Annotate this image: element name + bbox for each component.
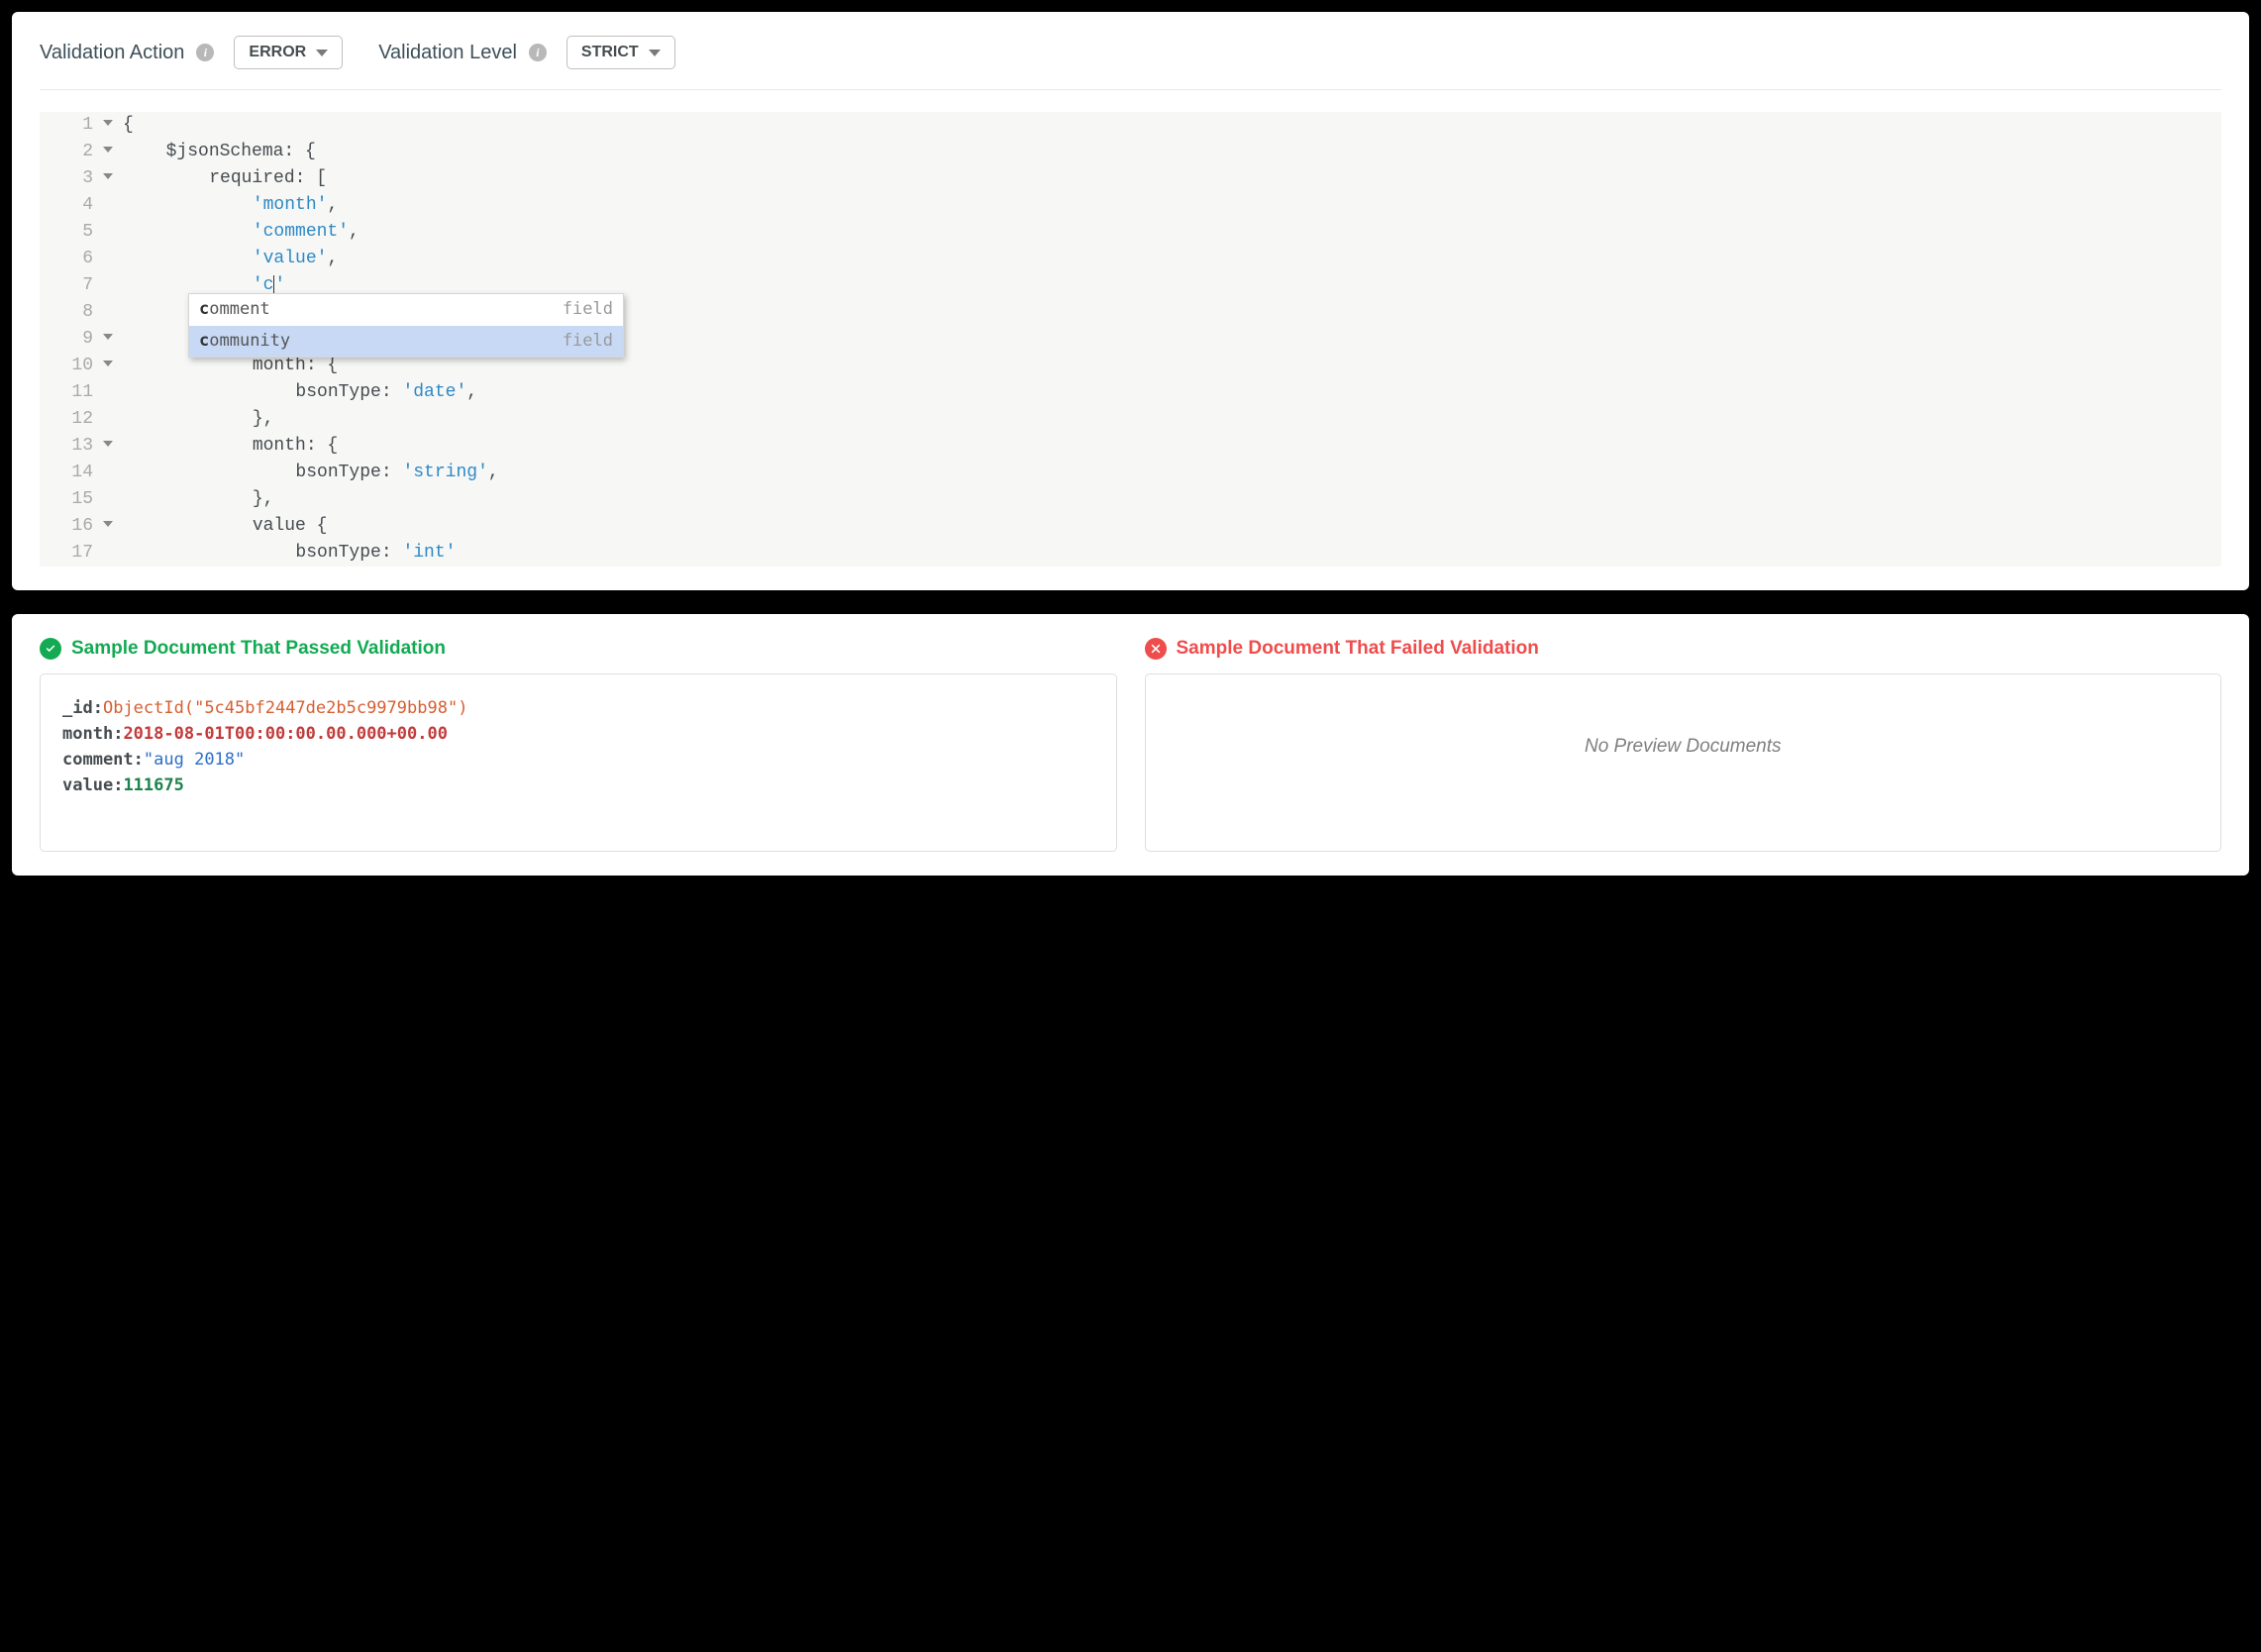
- code-line[interactable]: 13 month: {: [40, 433, 2221, 460]
- info-icon[interactable]: i: [196, 44, 214, 61]
- code-line[interactable]: 1{: [40, 112, 2221, 139]
- autocomplete-item[interactable]: commentfield: [189, 294, 623, 326]
- fold-arrow-icon[interactable]: [103, 173, 113, 179]
- chevron-down-icon: [649, 50, 661, 56]
- code-line[interactable]: 5 'comment',: [40, 219, 2221, 246]
- line-number: 14: [40, 460, 99, 486]
- code-line[interactable]: 3 required: [: [40, 165, 2221, 192]
- passed-document: _id ObjectId("5c45bf2447de2b5c9979bb98")…: [40, 673, 1117, 852]
- doc-field: value 111675: [62, 775, 1094, 795]
- line-number: 7: [40, 272, 99, 299]
- validation-level-label: Validation Level: [378, 42, 517, 64]
- line-number: 1: [40, 112, 99, 139]
- autocomplete-item[interactable]: communityfield: [189, 326, 623, 358]
- code-line[interactable]: 17 bsonType: 'int': [40, 540, 2221, 567]
- code-line[interactable]: 6 'value',: [40, 246, 2221, 272]
- validation-results-panel: Sample Document That Passed Validation _…: [12, 614, 2249, 876]
- chevron-down-icon: [316, 50, 328, 56]
- line-number: 16: [40, 513, 99, 540]
- validation-action-dropdown[interactable]: ERROR: [234, 36, 343, 69]
- schema-editor[interactable]: 1{2 $jsonSchema: {3 required: [4 'month'…: [40, 112, 2221, 567]
- line-number: 6: [40, 246, 99, 272]
- line-number: 5: [40, 219, 99, 246]
- code-content: value {: [99, 513, 327, 540]
- autocomplete-popup[interactable]: commentfieldcommunityfield: [188, 293, 624, 358]
- doc-field: comment "aug 2018": [62, 750, 1094, 770]
- line-number: 11: [40, 379, 99, 406]
- code-line[interactable]: 14 bsonType: 'string',: [40, 460, 2221, 486]
- line-number: 9: [40, 326, 99, 353]
- fold-arrow-icon[interactable]: [103, 334, 113, 340]
- failed-column: Sample Document That Failed Validation N…: [1145, 638, 2222, 852]
- code-line[interactable]: 16 value {: [40, 513, 2221, 540]
- line-number: 10: [40, 353, 99, 379]
- code-content: month: {: [99, 433, 338, 460]
- code-content: 'comment',: [99, 219, 360, 246]
- fold-arrow-icon[interactable]: [103, 441, 113, 447]
- code-content: 'month',: [99, 192, 338, 219]
- line-number: 17: [40, 540, 99, 567]
- info-icon[interactable]: i: [529, 44, 547, 61]
- validation-action-label: Validation Action: [40, 42, 184, 64]
- code-content: 'value',: [99, 246, 338, 272]
- fold-arrow-icon[interactable]: [103, 361, 113, 366]
- validation-action-value: ERROR: [249, 44, 306, 61]
- validation-editor-panel: Validation Action i ERROR Validation Lev…: [12, 12, 2249, 590]
- line-number: 15: [40, 486, 99, 513]
- check-circle-icon: [40, 638, 61, 660]
- code-line[interactable]: 11 bsonType: 'date',: [40, 379, 2221, 406]
- failed-title: Sample Document That Failed Validation: [1145, 638, 2222, 660]
- validation-level-value: STRICT: [581, 44, 639, 61]
- doc-field: month 2018-08-01T00:00:00.00.000+00.00: [62, 724, 1094, 744]
- code-content: bsonType: 'date',: [99, 379, 477, 406]
- fold-arrow-icon[interactable]: [103, 120, 113, 126]
- code-line[interactable]: 12 },: [40, 406, 2221, 433]
- doc-field: _id ObjectId("5c45bf2447de2b5c9979bb98"): [62, 698, 1094, 718]
- code-content: bsonType: 'int': [99, 540, 456, 567]
- validation-level-dropdown[interactable]: STRICT: [566, 36, 675, 69]
- code-content: },: [99, 486, 273, 513]
- passed-column: Sample Document That Passed Validation _…: [40, 638, 1117, 852]
- failed-document-empty: No Preview Documents: [1145, 673, 2222, 852]
- code-line[interactable]: 2 $jsonSchema: {: [40, 139, 2221, 165]
- line-number: 13: [40, 433, 99, 460]
- code-content: $jsonSchema: {: [99, 139, 316, 165]
- validation-header: Validation Action i ERROR Validation Lev…: [40, 36, 2221, 90]
- line-number: 12: [40, 406, 99, 433]
- code-content: bsonType: 'string',: [99, 460, 499, 486]
- fold-arrow-icon[interactable]: [103, 521, 113, 527]
- line-number: 2: [40, 139, 99, 165]
- code-line[interactable]: 15 },: [40, 486, 2221, 513]
- times-circle-icon: [1145, 638, 1167, 660]
- line-number: 8: [40, 299, 99, 326]
- code-line[interactable]: 4 'month',: [40, 192, 2221, 219]
- line-number: 3: [40, 165, 99, 192]
- fold-arrow-icon[interactable]: [103, 147, 113, 153]
- code-content: },: [99, 406, 273, 433]
- passed-title: Sample Document That Passed Validation: [40, 638, 1117, 660]
- code-content: required: [: [99, 165, 327, 192]
- line-number: 4: [40, 192, 99, 219]
